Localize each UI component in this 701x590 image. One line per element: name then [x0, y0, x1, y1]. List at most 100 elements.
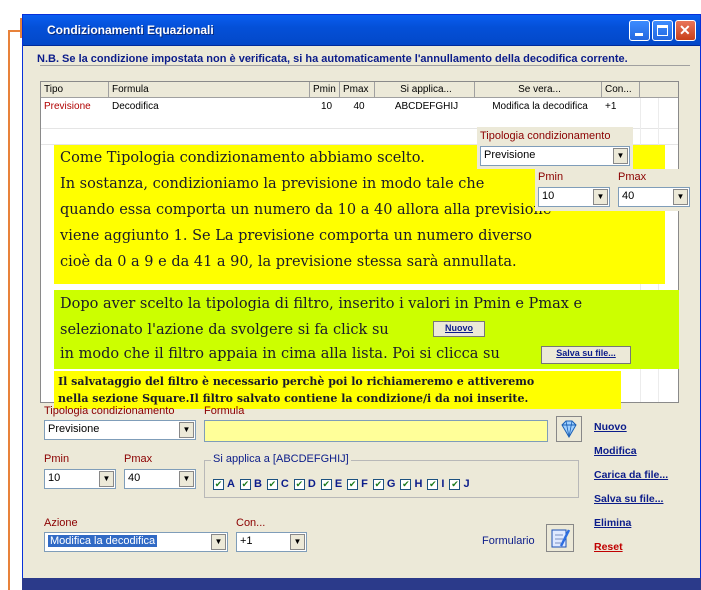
- column-header-formula[interactable]: Formula: [109, 82, 310, 98]
- snippet-tipologia-combo[interactable]: Previsione ▼: [480, 146, 630, 166]
- check-icon: ✔: [293, 478, 305, 490]
- pmin-value: 10: [48, 472, 61, 484]
- check-icon: ✔: [320, 478, 332, 490]
- checkbox-label: G: [386, 478, 396, 490]
- reset-button[interactable]: Reset: [594, 541, 623, 553]
- con-label: Con...: [236, 517, 266, 529]
- checkbox-d[interactable]: ✔ D: [293, 477, 316, 491]
- pmax-label: Pmax: [124, 453, 153, 465]
- pmax-select[interactable]: 40 ▼: [124, 469, 196, 489]
- azione-select[interactable]: Modifica la decodifica ▼: [44, 532, 228, 552]
- checkbox-a[interactable]: ✔ A: [213, 477, 235, 491]
- column-header-pmax[interactable]: Pmax: [340, 82, 375, 98]
- checkbox-g[interactable]: ✔ G: [372, 477, 396, 491]
- frame-divider: [40, 65, 690, 66]
- cell-pmin: 10: [320, 101, 333, 112]
- explanation-line: Come Tipologia condizionamento abbiamo s…: [60, 150, 425, 166]
- checkbox-label: F: [361, 478, 368, 490]
- chevron-down-icon: ▼: [99, 471, 114, 487]
- azione-value: Modifica la decodifica: [48, 535, 158, 547]
- modifica-button[interactable]: Modifica: [594, 445, 637, 457]
- pmin-select[interactable]: 10 ▼: [44, 469, 116, 489]
- column-header-pmin[interactable]: Pmin: [310, 82, 340, 98]
- explanation-line: In sostanza, condizioniamo la previsione…: [60, 176, 485, 192]
- column-header-si-applica[interactable]: Si applica...: [375, 82, 475, 98]
- snippet-pmax-combo[interactable]: 40 ▼: [618, 187, 690, 207]
- snippet-pmin-value: 10: [542, 190, 555, 202]
- column-header-con[interactable]: Con...: [602, 82, 640, 98]
- formulario-button[interactable]: [546, 524, 574, 552]
- diamond-icon: [561, 420, 577, 438]
- con-value: +1: [240, 535, 253, 547]
- cell-pmax: 40: [353, 101, 365, 112]
- chevron-down-icon: ▼: [593, 189, 608, 205]
- minimize-icon: [635, 33, 643, 36]
- checkbox-c[interactable]: ✔ C: [266, 477, 289, 491]
- chevron-down-icon: ▼: [613, 148, 628, 164]
- tipologia-select[interactable]: Previsione ▼: [44, 420, 196, 440]
- snippet-nuovo-button[interactable]: Nuovo: [433, 321, 485, 337]
- explanation-box-2: Dopo aver scelto la tipologia di filtro,…: [54, 290, 679, 369]
- chevron-down-icon: ▼: [211, 534, 226, 550]
- checkbox-e[interactable]: ✔ E: [320, 477, 342, 491]
- explanation-line: selezionato l'azione da svolgere si fa c…: [60, 322, 389, 338]
- background-window-edge: [8, 30, 10, 590]
- snippet-pmin-label: Pmin: [538, 171, 564, 183]
- checkbox-i[interactable]: ✔ I: [427, 477, 444, 491]
- snippet-tipologia: Tipologia condizionamento Previsione ▼: [477, 127, 633, 169]
- table-row[interactable]: Previsione Decodifica 10 40 ABCDEFGHIJ M…: [41, 99, 678, 113]
- con-select[interactable]: +1 ▼: [236, 532, 307, 552]
- maximize-button[interactable]: [652, 20, 673, 41]
- checkbox-label: D: [307, 478, 316, 490]
- si-applica-label: Si applica a [ABCDEFGHIJ]: [211, 453, 351, 465]
- formula-builder-button[interactable]: [556, 416, 582, 442]
- explanation-line: cioè da 0 a 9 e da 41 a 90, la prevision…: [60, 254, 517, 270]
- checkbox-label: J: [463, 478, 470, 490]
- checkbox-j[interactable]: ✔ J: [449, 477, 470, 491]
- chevron-down-icon: ▼: [673, 189, 688, 205]
- column-header-se-vera[interactable]: Se vera...: [475, 82, 602, 98]
- letter-checkboxes: ✔ A ✔ B ✔ C ✔ D ✔ E ✔ F ✔ G ✔ H ✔ I ✔ J: [213, 477, 475, 491]
- formula-input[interactable]: [204, 420, 548, 442]
- tipologia-value: Previsione: [48, 423, 100, 435]
- checkbox-h[interactable]: ✔ H: [400, 477, 422, 491]
- close-button[interactable]: ✕: [675, 20, 696, 41]
- explanation-box-3: Il salvataggio del filtro è necessario p…: [54, 371, 621, 409]
- check-icon: ✔: [427, 478, 439, 490]
- tipologia-label: Tipologia condizionamento: [44, 405, 175, 417]
- checkbox-b[interactable]: ✔ B: [239, 477, 262, 491]
- notebook-pen-icon: [551, 529, 571, 548]
- snippet-tipologia-label: Tipologia condizionamento: [480, 130, 611, 142]
- column-header-tipo[interactable]: Tipo: [41, 82, 109, 98]
- checkbox-f[interactable]: ✔ F: [347, 477, 368, 491]
- carica-button[interactable]: Carica da file...: [594, 469, 668, 481]
- checkbox-label: B: [253, 478, 262, 490]
- title-bar[interactable]: Condizionamenti Equazionali ✕: [23, 15, 700, 46]
- snippet-pmin-pmax: Pmin Pmax 10 ▼ 40 ▼: [535, 169, 691, 211]
- chevron-down-icon: ▼: [179, 471, 194, 487]
- check-icon: ✔: [213, 478, 224, 490]
- snippet-salva-button[interactable]: Salva su file...: [541, 346, 631, 364]
- check-icon: ✔: [239, 478, 251, 490]
- cell-se-vera: Modifica la decodifica: [492, 101, 588, 112]
- cell-con: +1: [605, 101, 617, 112]
- snippet-pmin-combo[interactable]: 10 ▼: [538, 187, 610, 207]
- bottom-border-strip: [22, 578, 701, 590]
- checkbox-label: H: [414, 478, 423, 490]
- snippet-pmax-label: Pmax: [618, 171, 647, 183]
- notice-text: N.B. Se la condizione impostata non è ve…: [37, 53, 628, 65]
- formulario-label: Formulario: [482, 535, 535, 547]
- check-icon: ✔: [400, 478, 412, 490]
- maximize-icon: [657, 25, 668, 36]
- elimina-button[interactable]: Elimina: [594, 517, 631, 529]
- checkbox-label: I: [441, 478, 445, 490]
- explanation-line: viene aggiunto 1. Se La previsione compo…: [60, 228, 533, 244]
- salva-button[interactable]: Salva su file...: [594, 493, 663, 505]
- explanation-line: nella sezione Square.Il filtro salvato c…: [58, 392, 529, 405]
- nuovo-button[interactable]: Nuovo: [594, 421, 627, 433]
- chevron-down-icon: ▼: [179, 422, 194, 438]
- azione-label: Azione: [44, 517, 78, 529]
- explanation-line: in modo che il filtro appaia in cima all…: [60, 346, 500, 362]
- minimize-button[interactable]: [629, 20, 650, 41]
- snippet-pmax-value: 40: [622, 190, 635, 202]
